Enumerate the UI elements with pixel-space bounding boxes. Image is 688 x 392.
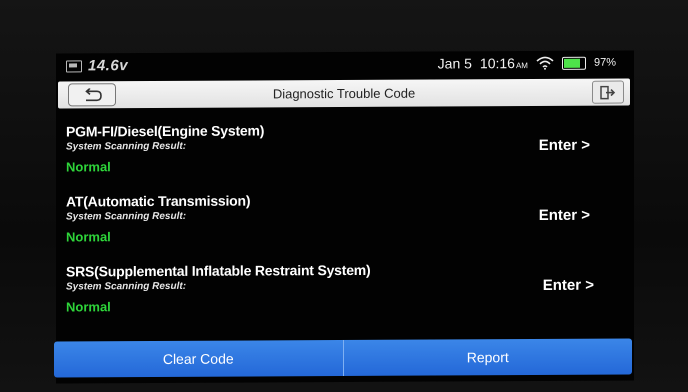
device-screen: 14.6v Jan 5 10:16AM 97% Diagnostic Troub… — [54, 50, 634, 384]
footer-bar: Clear Code Report — [54, 338, 632, 378]
system-status: Normal — [66, 299, 111, 315]
title-bar: Diagnostic Trouble Code — [58, 78, 630, 109]
page-title: Diagnostic Trouble Code — [272, 85, 416, 102]
time-text: 10:16AM — [480, 55, 528, 71]
system-name: AT(Automatic Transmission) — [66, 192, 251, 210]
system-name: PGM-FI/Diesel(Engine System) — [66, 122, 265, 140]
enter-button[interactable]: Enter > — [543, 277, 594, 294]
voltage-indicator: 14.6v — [66, 57, 128, 74]
enter-button[interactable]: Enter > — [539, 207, 590, 224]
time-value: 10:16 — [479, 55, 515, 72]
time-suffix: AM — [515, 61, 528, 71]
exit-button[interactable] — [592, 80, 624, 104]
system-subtitle: System Scanning Result: — [66, 280, 187, 293]
battery-icon — [561, 56, 586, 70]
wifi-icon — [536, 56, 554, 70]
system-subtitle: System Scanning Result: — [66, 210, 187, 223]
system-status: Normal — [66, 229, 111, 245]
status-bar: 14.6v Jan 5 10:16AM 97% — [56, 50, 634, 77]
system-row[interactable]: SRS(Supplemental Inflatable Restraint Sy… — [66, 261, 626, 334]
system-status: Normal — [66, 159, 111, 175]
system-row[interactable]: PGM-FI/Diesel(Engine System) System Scan… — [66, 121, 626, 194]
enter-button[interactable]: Enter > — [539, 137, 590, 154]
date-text: Jan 5 — [437, 55, 472, 72]
voltage-value: 14.6v — [88, 57, 129, 75]
system-row[interactable]: AT(Automatic Transmission) System Scanni… — [66, 191, 626, 264]
exit-icon — [600, 85, 616, 99]
clear-code-button[interactable]: Clear Code — [54, 340, 343, 378]
car-battery-icon — [66, 59, 82, 72]
system-subtitle: System Scanning Result: — [66, 140, 187, 153]
battery-percent: 97% — [593, 56, 616, 69]
system-name: SRS(Supplemental Inflatable Restraint Sy… — [66, 261, 371, 280]
status-right: Jan 5 10:16AM 97% — [437, 55, 616, 72]
battery-fill — [563, 58, 581, 68]
report-button[interactable]: Report — [342, 338, 632, 377]
